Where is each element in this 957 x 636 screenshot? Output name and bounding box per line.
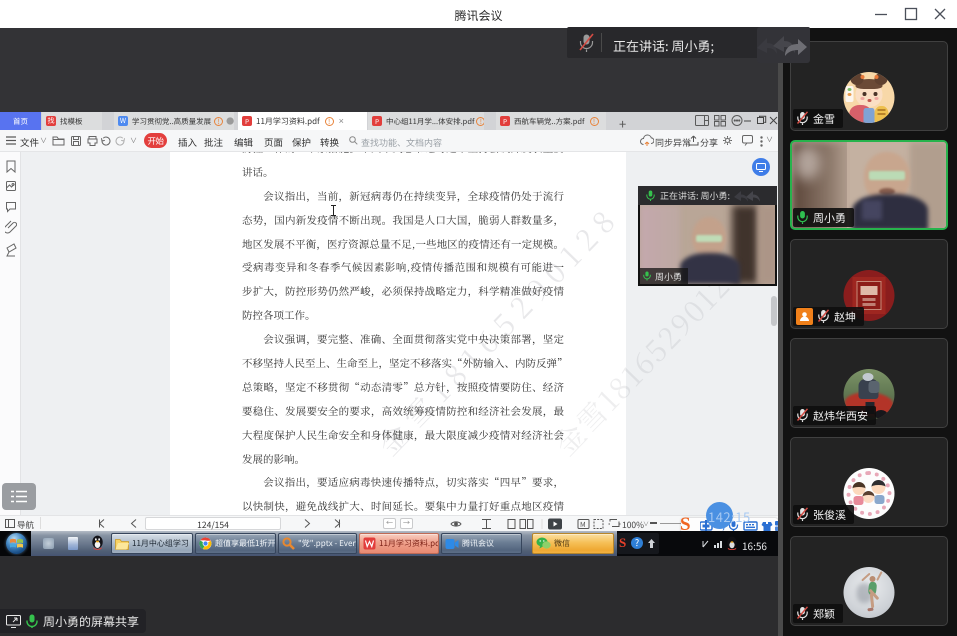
svg-text:M: M	[580, 520, 586, 530]
